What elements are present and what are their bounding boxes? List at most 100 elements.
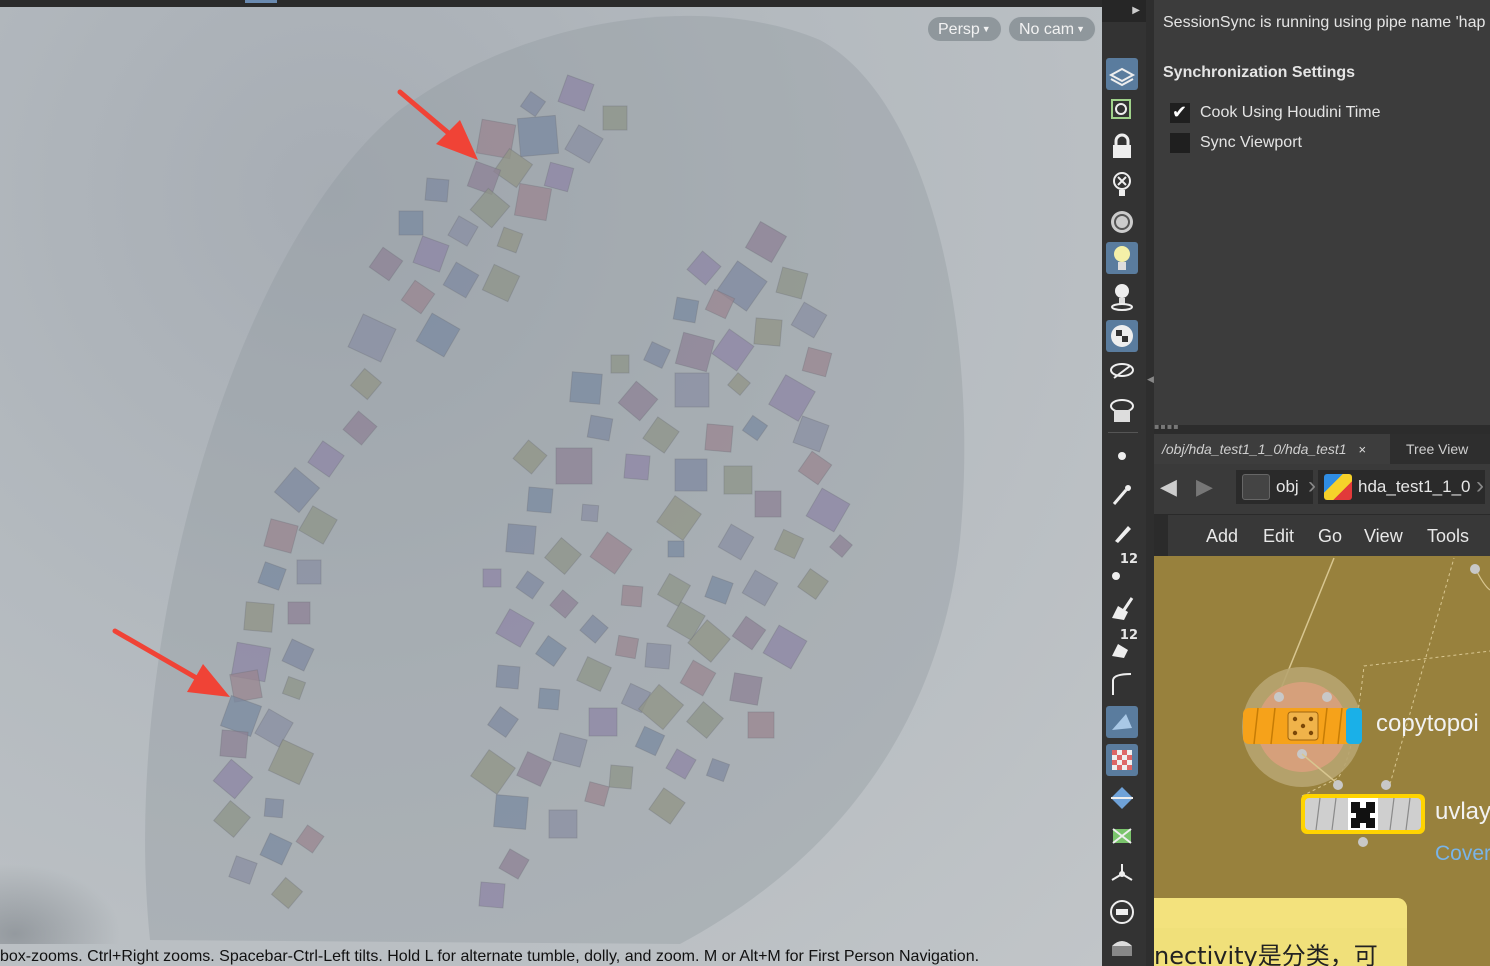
- prim-number-icon[interactable]: 12: [1106, 628, 1138, 662]
- scene-quad: [704, 423, 734, 453]
- uvlayout-node-label[interactable]: uvlay: [1435, 798, 1490, 826]
- node-display-flag: [1346, 708, 1362, 744]
- node-input-connector: [1333, 780, 1343, 790]
- menu-add[interactable]: Add: [1206, 515, 1238, 557]
- point-number-icon[interactable]: 12: [1106, 552, 1138, 586]
- chevron-down-icon: ▼: [981, 24, 991, 34]
- toggle-icon[interactable]: [1106, 896, 1138, 928]
- selection-mode-icon[interactable]: [1106, 58, 1138, 90]
- dot-icon[interactable]: [1106, 440, 1138, 472]
- node-output-connector: [1358, 837, 1368, 847]
- view-mode-icon[interactable]: [1106, 94, 1138, 126]
- scene-quad: [614, 634, 640, 660]
- light-on-icon[interactable]: [1106, 242, 1138, 274]
- breadcrumb-hda-label: hda_test1_1_0: [1358, 477, 1471, 496]
- scene-quad: [754, 490, 782, 518]
- scene-quad: [296, 559, 322, 585]
- node-connector: [1470, 564, 1480, 574]
- render-region-icon[interactable]: [1106, 706, 1138, 738]
- tab-network-path[interactable]: /obj/hda_test1_1_0/hda_test1 ×: [1154, 434, 1390, 464]
- menu-edit[interactable]: Edit: [1263, 515, 1294, 557]
- scene-quad: [243, 601, 275, 633]
- pane-divider-vertical[interactable]: ◀: [1146, 0, 1154, 966]
- headlight-icon[interactable]: [1106, 206, 1138, 238]
- scene-quad: [569, 371, 603, 405]
- back-arrow-icon[interactable]: ◀: [1160, 474, 1177, 500]
- tab-tree-view[interactable]: Tree View: [1398, 434, 1476, 464]
- scene-quad: [287, 601, 311, 625]
- scene-viewport[interactable]: Persp ▼ No cam ▼ box-zooms. Ctrl+Right zoo…: [0, 0, 1102, 966]
- viewport-status-bar: box-zooms. Ctrl+Right zooms. Spacebar-Ct…: [0, 948, 980, 965]
- uv-icon[interactable]: [1106, 820, 1138, 852]
- persp-menu-button[interactable]: Persp ▼: [927, 16, 1002, 42]
- lock-camera-icon[interactable]: [1106, 130, 1138, 162]
- pane-divider-horizontal[interactable]: ▪▪▪▪: [1154, 422, 1490, 434]
- pen-icon[interactable]: [1106, 516, 1138, 548]
- scene-quad: [505, 523, 537, 555]
- tab-path-label: /obj/hda_test1_1_0/hda_test1: [1162, 441, 1347, 457]
- ghost-icon[interactable]: [1106, 356, 1138, 388]
- curve-icon[interactable]: [1106, 668, 1138, 700]
- breadcrumb-chevron-icon: ›: [1476, 472, 1484, 499]
- shelf-expand-icon[interactable]: ▶: [1102, 0, 1146, 22]
- scene-quad: [555, 447, 593, 485]
- scene-quad: [623, 453, 651, 481]
- camera-menu-button[interactable]: No cam ▼: [1008, 16, 1097, 42]
- close-icon[interactable]: ×: [1359, 442, 1367, 457]
- scene-quad: [580, 503, 600, 523]
- scene-icon: [1242, 474, 1270, 500]
- copytopoints-node-label[interactable]: copytopoi: [1376, 710, 1479, 738]
- network-menu-bar: Add Edit Go View Tools: [1154, 514, 1490, 557]
- sticky-note[interactable]: nectivity是分类，可: [1154, 898, 1407, 966]
- display-icon[interactable]: [1106, 934, 1138, 966]
- menu-view[interactable]: View: [1364, 515, 1403, 557]
- hide-light-icon[interactable]: [1106, 168, 1138, 200]
- sessionsync-status-message: SessionSync is running using pipe name '…: [1163, 14, 1486, 31]
- network-tab-bar: /obj/hda_test1_1_0/hda_test1 × Tree View: [1154, 434, 1490, 464]
- sessionsync-panel: SessionSync is running using pipe name '…: [1154, 0, 1490, 425]
- scene-quad: [398, 210, 424, 236]
- scene-quad: [495, 664, 521, 690]
- cook-houdini-time-option[interactable]: ✔ Cook Using Houdini Time: [1170, 102, 1381, 124]
- dependency-wire: [1389, 557, 1455, 785]
- camera-view-icon[interactable]: [1106, 394, 1138, 426]
- scene-quad: [478, 881, 506, 909]
- menubar-handle[interactable]: [1154, 515, 1168, 557]
- menu-tools[interactable]: Tools: [1427, 515, 1469, 557]
- scene-quad: [513, 182, 553, 222]
- scene-quad: [584, 781, 610, 807]
- network-canvas[interactable]: copytopoi uvlay Cover nectivity是分类，可: [1154, 556, 1490, 966]
- sticky-note-text[interactable]: nectivity是分类，可: [1154, 936, 1378, 966]
- cook-houdini-time-checkbox[interactable]: ✔: [1170, 102, 1190, 123]
- light-pin-icon[interactable]: [1106, 280, 1138, 312]
- scene-quad: [537, 687, 561, 711]
- scene-quad: [667, 540, 685, 558]
- checker-icon[interactable]: [1106, 744, 1138, 776]
- sticky-note-title-bar[interactable]: [1154, 898, 1407, 928]
- brush-icon[interactable]: [1106, 478, 1138, 510]
- scene-quad: [747, 711, 775, 739]
- sync-viewport-checkbox[interactable]: [1170, 132, 1190, 153]
- menu-go[interactable]: Go: [1318, 515, 1342, 557]
- scene-quad: [588, 707, 618, 737]
- forward-arrow-icon[interactable]: ▶: [1196, 474, 1213, 500]
- scene-quad: [493, 794, 529, 830]
- network-path-bar: ◀ ▶ obj › hda_test1_1_0 ›: [1154, 464, 1490, 510]
- scene-quad: [219, 729, 249, 759]
- scene-quad: [548, 809, 578, 839]
- sync-viewport-label: Sync Viewport: [1200, 134, 1302, 151]
- divider-grip-icon: ◀: [1147, 375, 1154, 385]
- uvlayout-node-comment: Cover: [1435, 842, 1490, 865]
- display-options-icon[interactable]: [1106, 320, 1138, 352]
- breadcrumb-hda[interactable]: hda_test1_1_0: [1318, 470, 1485, 504]
- breadcrumb-obj[interactable]: obj: [1236, 470, 1313, 504]
- viewport-scene[interactable]: [0, 0, 1102, 944]
- scene-quad: [644, 642, 672, 670]
- houdini-window: Persp ▼ No cam ▼ box-zooms. Ctrl+Right zoo…: [0, 0, 1490, 966]
- scene-quad: [674, 372, 710, 408]
- breadcrumb-obj-label: obj: [1276, 477, 1299, 496]
- snap-icon[interactable]: [1106, 858, 1138, 890]
- shovel-icon[interactable]: [1106, 592, 1138, 624]
- diamond-icon[interactable]: [1106, 782, 1138, 814]
- sync-viewport-option[interactable]: Sync Viewport: [1170, 132, 1302, 154]
